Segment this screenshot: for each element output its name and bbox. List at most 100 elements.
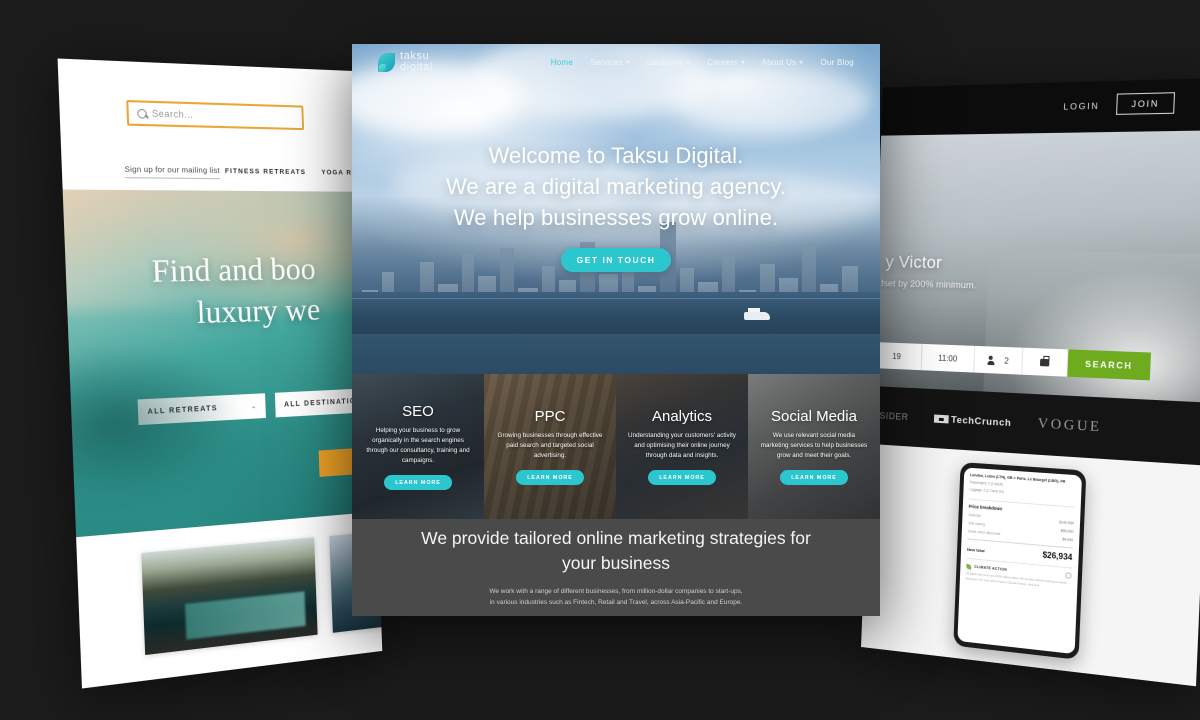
nav-item-our-blog[interactable]: Our Blog <box>820 58 854 67</box>
briefcase-icon <box>1039 358 1050 366</box>
nav-menu: Home Services Locations Careers About Us… <box>551 58 854 67</box>
left-thumbnail-row <box>141 521 383 656</box>
learn-more-button[interactable]: LEARN MORE <box>648 470 716 486</box>
search-button[interactable]: SEARCH <box>1067 349 1152 381</box>
right-header: LOGIN JOIN <box>881 77 1200 136</box>
hero-line-3: We help businesses grow online. <box>453 205 779 231</box>
chevron-down-icon <box>799 60 804 64</box>
nav-item-about-us[interactable]: About Us <box>762 58 804 67</box>
retreats-select-value: ALL RETREATS <box>147 404 218 416</box>
card-body: Understanding your customers' activity a… <box>628 431 736 460</box>
tagline-section: We provide tailored online marketing str… <box>352 519 880 616</box>
press-logo-techcrunch: TechCrunch <box>933 413 1012 429</box>
right-hero-subtitle: fset by 200% minimum. <box>880 278 977 292</box>
card-title: SEO <box>402 402 434 420</box>
passengers-count: 2 <box>1004 355 1010 366</box>
card-body: We use relevant social media marketing s… <box>760 431 868 460</box>
nav-item-careers[interactable]: Careers <box>707 57 745 67</box>
price-row-value: $4,000 <box>1062 537 1074 543</box>
nav-label: About Us <box>761 57 797 67</box>
nav-item-home[interactable]: Home <box>551 58 573 67</box>
chevron-down-icon <box>686 60 691 64</box>
chevron-down-icon <box>740 60 745 64</box>
card-content: SEO Helping your business to grow organi… <box>352 374 484 519</box>
hero-headline: Welcome to Taksu Digital. We are a digit… <box>352 140 880 234</box>
left-hero-title: Find and boo luxury we <box>151 247 377 334</box>
tagline-sub-line2: in various industries such as Fintech, R… <box>489 599 743 607</box>
hero-line-1: Welcome to Taksu Digital. <box>488 143 744 168</box>
left-hero-title-line2: luxury we <box>196 290 321 330</box>
card-title: Analytics <box>651 407 713 425</box>
resort-thumbnail-1[interactable] <box>141 537 318 656</box>
chevron-down-icon <box>625 60 630 64</box>
left-hero-title-line1: Find and boo <box>150 250 317 290</box>
person-icon <box>987 355 994 365</box>
total-label: New total <box>966 546 985 554</box>
center-website-mockup[interactable]: taksu digital Home Services Locations Ca… <box>352 44 880 616</box>
chevron-down-icon: ⌄ <box>250 402 257 411</box>
nav-label: Home <box>550 57 574 67</box>
showcase-stage: Search... Sign up for our mailing list F… <box>0 0 1200 720</box>
nav-label: Services <box>590 57 623 67</box>
left-gallery <box>76 511 383 689</box>
left-search-input[interactable]: Search... <box>126 99 305 131</box>
service-card-seo[interactable]: SEO Helping your business to grow organi… <box>352 374 484 519</box>
hero-section: taksu digital Home Services Locations Ca… <box>352 44 880 374</box>
passengers-field[interactable]: 2 <box>974 345 1024 375</box>
phone-mockup[interactable]: London, Luton (LTN), GB > Paris, Le Bour… <box>953 462 1087 660</box>
logo-line2: digital <box>400 61 433 73</box>
left-nav-item-fitness[interactable]: FITNESS RETREATS <box>225 168 306 176</box>
service-card-ppc[interactable]: PPC Growing businesses through effective… <box>484 374 616 519</box>
site-logo[interactable]: taksu digital <box>378 50 433 73</box>
tagline-heading: We provide tailored online marketing str… <box>421 528 811 574</box>
service-card-analytics[interactable]: Analytics Understanding your customers' … <box>616 374 748 519</box>
info-icon[interactable] <box>1065 572 1072 580</box>
left-header: Search... Sign up for our mailing list F… <box>57 58 382 192</box>
leaf-icon <box>378 52 395 72</box>
learn-more-button[interactable]: LEARN MORE <box>780 470 848 486</box>
luggage-field[interactable] <box>1022 347 1069 377</box>
learn-more-button[interactable]: LEARN MORE <box>516 470 584 486</box>
phone-screen: London, Luton (LTN), GB > Paris, Le Bour… <box>957 467 1083 655</box>
hero-copy: Welcome to Taksu Digital. We are a digit… <box>352 140 880 272</box>
nav-item-locations[interactable]: Locations <box>647 58 691 67</box>
right-lower-section: London, Luton (LTN), GB > Paris, Le Bour… <box>861 443 1200 687</box>
mailing-list-link[interactable]: Sign up for our mailing list <box>124 164 221 180</box>
tagline-subtext: We work with a range of different busine… <box>489 586 742 609</box>
login-link[interactable]: LOGIN <box>1063 100 1099 111</box>
nav-label: Careers <box>707 57 738 67</box>
climate-action-label: CLIMATE ACTION <box>974 565 1008 573</box>
left-website-mockup[interactable]: Search... Sign up for our mailing list F… <box>57 58 383 689</box>
search-icon <box>137 108 147 119</box>
price-row-value: $140,934 <box>1058 520 1074 526</box>
card-title: Social Media <box>771 407 857 425</box>
card-body: Growing businesses through effective pai… <box>497 431 603 460</box>
get-in-touch-button[interactable]: GET IN TOUCH <box>560 247 672 272</box>
time-field[interactable]: 11:00 <box>921 343 976 373</box>
card-content: Analytics Understanding your customers' … <box>616 374 748 519</box>
price-row-value: $90,000 <box>1060 528 1074 535</box>
press-logo-insider: SIDER <box>879 410 909 423</box>
left-search-placeholder: Search... <box>151 108 194 120</box>
service-card-social-media[interactable]: Social Media We use relevant social medi… <box>748 374 880 519</box>
flight-search-bar: 19 11:00 2 SEARCH <box>872 342 1152 381</box>
nav-label: Locations <box>646 57 684 67</box>
learn-more-button[interactable]: LEARN MORE <box>384 475 452 491</box>
nav-item-services[interactable]: Services <box>590 58 630 67</box>
left-hero: Find and boo luxury we ALL RETREATS ⌄ AL… <box>62 189 378 538</box>
card-content: PPC Growing businesses through effective… <box>484 374 616 519</box>
join-button[interactable]: JOIN <box>1116 92 1176 115</box>
right-hero: y Victor fset by 200% minimum. 19 11:00 … <box>871 130 1200 403</box>
techcrunch-mark-icon <box>933 414 949 424</box>
right-website-mockup[interactable]: LOGIN JOIN y Victor fset by 200% minimum… <box>861 77 1200 687</box>
card-content: Social Media We use relevant social medi… <box>748 374 880 519</box>
services-card-row: SEO Helping your business to grow organi… <box>352 374 880 519</box>
retreats-select[interactable]: ALL RETREATS ⌄ <box>137 393 266 426</box>
price-row-label: Some other discounts <box>967 529 1001 537</box>
card-body: Helping your business to grow organicall… <box>366 426 470 465</box>
harbour-water <box>352 292 880 334</box>
left-search-filters: ALL RETREATS ⌄ ALL DESTINATIONS <box>137 386 378 426</box>
hero-line-2: We are a digital marketing agency. <box>445 174 787 200</box>
right-hero-title: y Victor <box>885 252 943 273</box>
ferry-boat <box>744 308 770 320</box>
